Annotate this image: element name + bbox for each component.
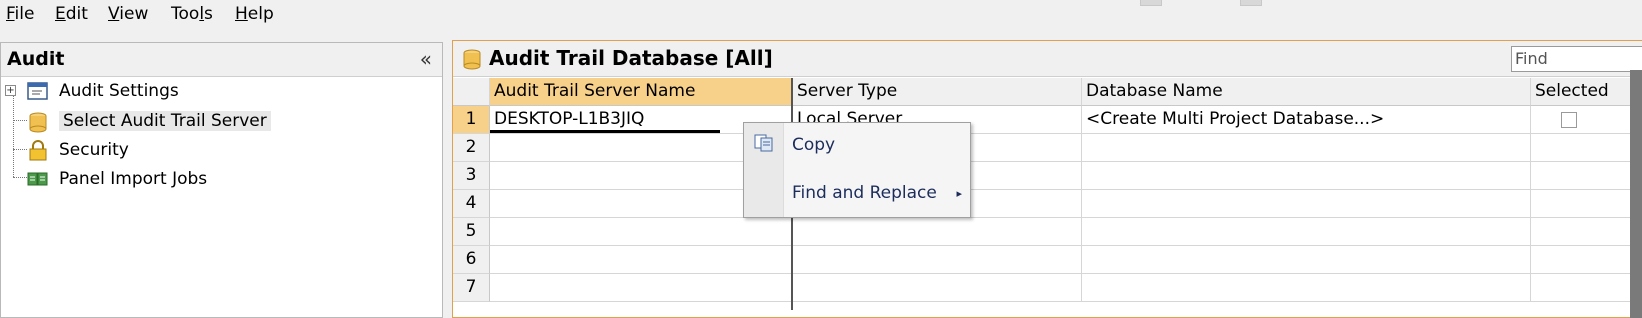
cell-server-name[interactable]	[490, 246, 793, 274]
menu-edit[interactable]: Edit	[55, 4, 88, 24]
menu-help[interactable]: Help	[235, 4, 274, 24]
window-shadow	[1140, 0, 1162, 6]
grid-corner	[453, 78, 490, 106]
menu-tools[interactable]: Tools	[171, 4, 213, 24]
context-menu-copy[interactable]: Copy	[792, 135, 835, 155]
database-icon	[27, 111, 49, 133]
column-header-selected[interactable]: Selected	[1531, 78, 1642, 106]
menu-file[interactable]: File	[6, 4, 34, 24]
tree-connector	[13, 177, 27, 178]
menu-bar: File Edit View Tools Help	[0, 0, 1642, 30]
tree-item-audit-settings[interactable]: Audit Settings	[27, 79, 227, 105]
cell-server-type[interactable]	[793, 246, 1082, 274]
cell-server-name[interactable]	[490, 274, 793, 302]
cell-database-name[interactable]: <Create Multi Project Database...>	[1082, 106, 1531, 134]
database-panel-header: Audit Trail Database [All] Find	[453, 41, 1642, 77]
window-edge-shadow	[1630, 70, 1642, 318]
audit-trail-database-panel: Audit Trail Database [All] Find Audit Tr…	[452, 40, 1642, 318]
settings-window-icon	[27, 81, 49, 101]
tree-connector	[13, 90, 14, 177]
cell-server-type[interactable]	[793, 274, 1082, 302]
find-input[interactable]: Find	[1511, 46, 1642, 72]
lock-icon	[27, 139, 49, 161]
cell-server-type[interactable]	[793, 218, 1082, 246]
tree-connector	[13, 120, 27, 121]
cell-selected[interactable]	[1531, 190, 1642, 218]
cell-selected[interactable]	[1531, 218, 1642, 246]
cell-database-name[interactable]	[1082, 274, 1531, 302]
cell-database-name[interactable]	[1082, 134, 1531, 162]
row-number[interactable]: 3	[453, 162, 490, 190]
active-cell-indicator	[490, 130, 720, 133]
row-number[interactable]: 6	[453, 246, 490, 274]
column-header-database-name[interactable]: Database Name	[1082, 78, 1531, 106]
cell-selected[interactable]	[1531, 274, 1642, 302]
audit-panel-header: Audit «	[1, 43, 442, 77]
cell-database-name[interactable]	[1082, 162, 1531, 190]
audit-panel-title: Audit	[7, 48, 65, 70]
collapse-panel-button[interactable]: «	[420, 47, 432, 71]
context-menu-find-and-replace[interactable]: Find and Replace	[792, 183, 937, 203]
row-number[interactable]: 7	[453, 274, 490, 302]
tree-item-label: Select Audit Trail Server	[59, 111, 271, 131]
context-menu: Copy Find and Replace ▸	[743, 122, 971, 218]
tree-item-label: Security	[59, 140, 129, 160]
cell-database-name[interactable]	[1082, 246, 1531, 274]
cell-selected[interactable]	[1531, 134, 1642, 162]
cell-selected	[1531, 106, 1642, 134]
row-number[interactable]: 2	[453, 134, 490, 162]
submenu-arrow-icon: ▸	[956, 187, 962, 200]
row-number[interactable]: 1	[453, 106, 490, 134]
menu-view[interactable]: View	[108, 4, 148, 24]
selected-checkbox[interactable]	[1561, 112, 1577, 128]
cell-selected[interactable]	[1531, 246, 1642, 274]
cell-database-name[interactable]	[1082, 190, 1531, 218]
row-number[interactable]: 5	[453, 218, 490, 246]
tree-item-label: Panel Import Jobs	[59, 169, 208, 189]
cell-selected[interactable]	[1531, 162, 1642, 190]
expand-toggle[interactable]: +	[5, 85, 16, 96]
column-header-server-name[interactable]: Audit Trail Server Name	[490, 78, 793, 106]
panel-title: Audit Trail Database [All]	[489, 46, 773, 70]
cell-database-name[interactable]	[1082, 218, 1531, 246]
tree-item-select-audit-trail-server[interactable]: Select Audit Trail Server	[27, 109, 271, 135]
tree-item-label: Audit Settings	[59, 81, 179, 101]
tree-connector	[13, 149, 27, 150]
panel-jobs-icon	[27, 170, 49, 190]
database-icon	[461, 48, 483, 75]
tree-item-security[interactable]: Security	[27, 138, 227, 164]
column-header-server-type[interactable]: Server Type	[793, 78, 1082, 106]
copy-icon	[753, 133, 775, 158]
cell-server-name[interactable]	[490, 218, 793, 246]
tree-item-panel-import-jobs[interactable]: Panel Import Jobs	[27, 167, 227, 193]
audit-nav-panel: Audit « + Audit Settings Select Audit Tr…	[0, 42, 443, 318]
row-number[interactable]: 4	[453, 190, 490, 218]
window-shadow	[1240, 0, 1262, 6]
